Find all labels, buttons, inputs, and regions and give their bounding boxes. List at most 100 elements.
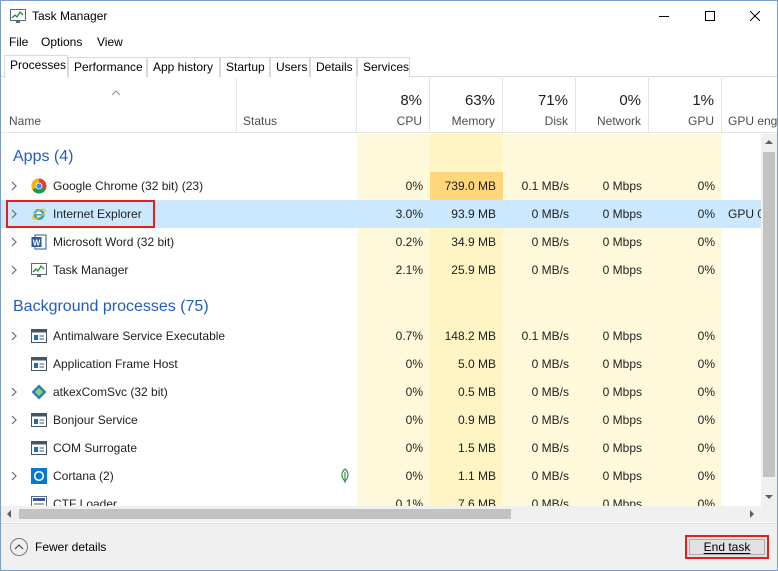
disk-cell: 0.1 MB/s: [521, 329, 569, 343]
menu-view[interactable]: View: [97, 35, 123, 49]
col-gpu-header[interactable]: 1% GPU: [649, 78, 722, 133]
col-disk-header[interactable]: 71% Disk: [503, 78, 576, 133]
cpu-cell: 2.1%: [395, 263, 423, 277]
network-cell: 0 Mbps: [602, 385, 642, 399]
process-row-cortana-2[interactable]: Cortana (2) 0% 1.1 MB 0 MB/s 0 Mbps 0%: [1, 462, 761, 490]
process-row-microsoft-word-32-bit[interactable]: W Microsoft Word (32 bit) 0.2% 34.9 MB 0 MB/…: [1, 228, 761, 256]
cpu-cell: 0.2%: [395, 235, 423, 249]
memory-total: 63%: [464, 92, 495, 109]
process-name: Antimalware Service Executable: [53, 329, 226, 343]
fewer-details-button[interactable]: Fewer details: [10, 538, 106, 556]
cpu-cell: 0%: [405, 179, 423, 193]
chevron-right-icon[interactable]: [10, 415, 18, 425]
window-title: Task Manager: [32, 9, 108, 23]
fewer-details-label: Fewer details: [35, 540, 107, 554]
end-task-label: End task: [703, 540, 751, 554]
process-row-com-surrogate[interactable]: COM Surrogate 0% 1.5 MB 0 MB/s 0 Mbps 0%: [1, 434, 761, 462]
gpu-cell: 0%: [697, 469, 715, 483]
tab-processes[interactable]: Processes: [4, 55, 68, 78]
service-icon: [31, 356, 47, 372]
menu-options[interactable]: Options: [41, 35, 82, 49]
tab-app-history[interactable]: App history: [147, 57, 220, 77]
minimize-button[interactable]: [641, 1, 687, 31]
gpu-total: 1%: [692, 92, 714, 109]
tab-users[interactable]: Users: [270, 57, 310, 77]
chevron-right-icon[interactable]: [10, 471, 18, 481]
tab-startup[interactable]: Startup: [220, 57, 270, 77]
group-header-apps[interactable]: Apps (4): [1, 140, 761, 172]
scroll-up-icon[interactable]: [765, 139, 773, 145]
memory-cell: 1.1 MB: [457, 469, 496, 483]
tab-strip: Processes Performance App history Startu…: [1, 55, 777, 78]
cpu-total: 8%: [400, 92, 422, 109]
disk-cell: 0 MB/s: [531, 441, 569, 455]
memory-cell: 5.0 MB: [457, 357, 496, 371]
cpu-cell: 0%: [405, 357, 423, 371]
scroll-corner: [761, 506, 777, 522]
col-gpu-engine-header[interactable]: GPU engi: [722, 78, 777, 133]
chevron-right-icon[interactable]: [10, 387, 18, 397]
process-row-antimalware-service-executable[interactable]: Antimalware Service Executable 0.7% 148.2 …: [1, 322, 761, 350]
network-cell: 0 Mbps: [602, 413, 642, 427]
col-cpu-header[interactable]: 8% CPU: [357, 78, 430, 133]
chrome-icon: [31, 178, 47, 194]
chevron-right-icon[interactable]: [10, 181, 18, 191]
cpu-cell: 3.0%: [395, 207, 423, 221]
menu-file[interactable]: File: [9, 35, 28, 49]
network-cell: 0 Mbps: [602, 179, 642, 193]
process-name: COM Surrogate: [53, 441, 138, 455]
disk-cell: 0 MB/s: [531, 207, 569, 221]
memory-cell: 1.5 MB: [457, 441, 496, 455]
vertical-scroll-thumb[interactable]: [763, 152, 775, 477]
col-network-header[interactable]: 0% Network: [576, 78, 649, 133]
network-cell: 0 Mbps: [602, 207, 642, 221]
process-row-bonjour-service[interactable]: Bonjour Service 0% 0.9 MB 0 MB/s 0 Mbps 0%: [1, 406, 761, 434]
col-name-header[interactable]: Name: [1, 78, 237, 133]
vertical-scrollbar[interactable]: [761, 134, 777, 506]
end-task-button[interactable]: End task: [685, 535, 769, 559]
tab-services[interactable]: Services: [357, 57, 410, 77]
word-icon: W: [31, 234, 47, 250]
process-name: CTF Loader: [53, 497, 118, 506]
gpu-cell: 0%: [697, 497, 715, 506]
process-name: Microsoft Word (32 bit): [53, 235, 175, 249]
task-manager-icon: [31, 262, 47, 278]
col-memory-label: Memory: [451, 114, 495, 128]
tab-performance[interactable]: Performance: [68, 57, 147, 77]
process-row-application-frame-host[interactable]: Application Frame Host 0% 5.0 MB 0 MB/s 0 Mb…: [1, 350, 761, 378]
process-name: Application Frame Host: [53, 357, 178, 371]
scroll-right-icon[interactable]: [749, 510, 755, 518]
gpu-engine-cell: GPU 0: [728, 207, 761, 221]
horizontal-scroll-thumb[interactable]: [19, 509, 511, 519]
chevron-right-icon[interactable]: [10, 237, 18, 247]
column-header: Name Status 8% CPU 63% Memory 71% Disk 0…: [1, 78, 777, 133]
process-row-task-manager[interactable]: Task Manager 2.1% 25.9 MB 0 MB/s 0 Mbps 0%: [1, 256, 761, 284]
network-cell: 0 Mbps: [602, 357, 642, 371]
gpu-cell: 0%: [697, 385, 715, 399]
scroll-down-icon[interactable]: [765, 494, 773, 500]
scroll-left-icon[interactable]: [6, 510, 12, 518]
maximize-button[interactable]: [687, 1, 733, 31]
horizontal-scrollbar[interactable]: [1, 506, 761, 522]
group-header-background[interactable]: Background processes (75): [1, 290, 761, 322]
disk-cell: 0 MB/s: [531, 385, 569, 399]
process-row-ctf-loader[interactable]: CTF Loader 0.1% 7.6 MB 0 MB/s 0 Mbps 0%: [1, 490, 761, 506]
process-row-google-chrome-32-bit-23[interactable]: Google Chrome (32 bit) (23) 0% 739.0 MB 0.1…: [1, 172, 761, 200]
network-cell: 0 Mbps: [602, 329, 642, 343]
col-network-label: Network: [596, 114, 641, 128]
process-row-atkexcomsvc-32-bit[interactable]: atkexComSvc (32 bit) 0% 0.5 MB 0 MB/s 0 Mbps…: [1, 378, 761, 406]
network-cell: 0 Mbps: [602, 441, 642, 455]
disk-cell: 0 MB/s: [531, 357, 569, 371]
col-status-header[interactable]: Status: [237, 78, 357, 133]
col-memory-header[interactable]: 63% Memory: [430, 78, 503, 133]
process-name: Bonjour Service: [53, 413, 138, 427]
tab-details[interactable]: Details: [310, 57, 357, 77]
disk-cell: 0.1 MB/s: [521, 179, 569, 193]
cpu-cell: 0%: [405, 469, 423, 483]
cpu-cell: 0%: [405, 441, 423, 455]
close-button[interactable]: [732, 1, 777, 31]
network-cell: 0 Mbps: [602, 263, 642, 277]
chevron-right-icon[interactable]: [10, 265, 18, 275]
service-icon: [31, 440, 47, 456]
chevron-right-icon[interactable]: [10, 331, 18, 341]
